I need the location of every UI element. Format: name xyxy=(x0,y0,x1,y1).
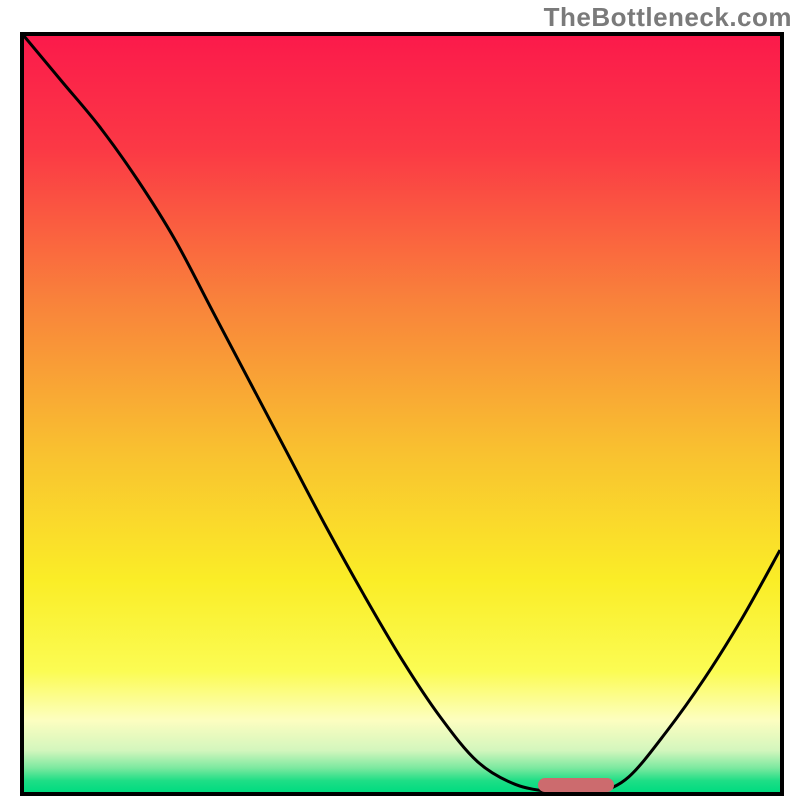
plot-area xyxy=(24,36,780,792)
sweet-spot-marker xyxy=(538,778,614,792)
watermark-text: TheBottleneck.com xyxy=(544,2,792,33)
chart-frame: TheBottleneck.com xyxy=(0,0,800,800)
plot-border xyxy=(20,32,784,796)
bottleneck-curve xyxy=(24,36,780,792)
